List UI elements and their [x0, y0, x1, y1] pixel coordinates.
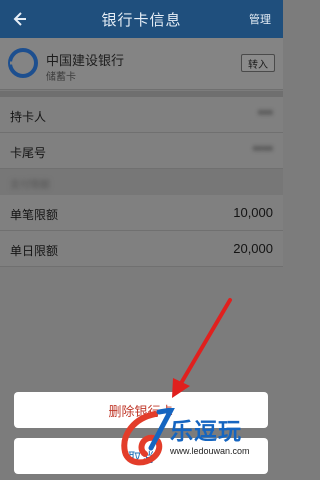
bank-name: 中国建设银行: [46, 53, 125, 68]
manage-button[interactable]: 管理: [249, 11, 271, 27]
card-header: 中国建设银行 储蓄卡 转入: [0, 38, 283, 90]
holder-row: 持卡人 ***: [0, 97, 283, 133]
holder-label: 持卡人: [10, 110, 47, 124]
single-limit-label: 单笔限额: [10, 208, 59, 222]
daily-limit-label: 单日限额: [10, 244, 59, 258]
back-arrow-icon[interactable]: [0, 0, 38, 38]
navbar: 银行卡信息 管理: [0, 0, 283, 38]
daily-limit-row: 单日限额 20,000: [0, 231, 283, 267]
card-tail-row: 卡尾号 ****: [0, 133, 283, 169]
card-type: 储蓄卡: [46, 72, 76, 83]
ccb-logo-icon: [8, 48, 38, 78]
limit-group-label: 支付限额: [10, 180, 50, 191]
card-tail-label: 卡尾号: [10, 146, 47, 160]
watermark-brand: 乐逗玩: [170, 419, 242, 445]
holder-value: ***: [257, 107, 273, 122]
daily-limit-value: 20,000: [233, 241, 273, 256]
card-tail-value: ****: [252, 143, 273, 158]
page-title: 银行卡信息: [101, 11, 182, 29]
watermark-url: www.ledouwan.com: [170, 446, 250, 456]
limit-group-header: 支付限额: [0, 169, 283, 195]
single-limit-row: 单笔限额 10,000: [0, 195, 283, 231]
transfer-in-button[interactable]: 转入: [241, 54, 275, 72]
single-limit-value: 10,000: [233, 205, 273, 220]
